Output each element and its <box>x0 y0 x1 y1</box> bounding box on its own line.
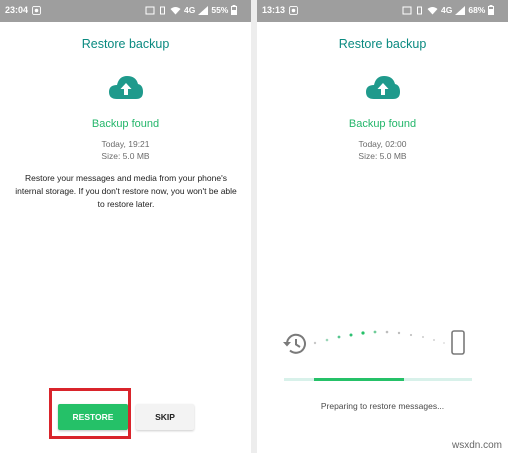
whatsapp-notification-icon <box>32 6 41 15</box>
transfer-dot <box>337 335 341 339</box>
status-icons: 4G 55% <box>145 5 238 15</box>
watermark: wsxdn.com <box>451 440 502 451</box>
transfer-dot <box>397 331 401 335</box>
transfer-dot <box>433 339 435 341</box>
transfer-dot <box>361 331 365 335</box>
battery-percent: 55% <box>211 5 229 15</box>
transfer-dot <box>313 341 317 345</box>
network-type: 4G <box>184 5 196 15</box>
alarm-icon <box>145 6 155 14</box>
transfer-dot <box>385 330 389 334</box>
right-screen: 13:13 4G 68% Restore backup Backup found… <box>257 0 508 453</box>
restore-description: Restore your messages and media from you… <box>15 173 237 209</box>
highlight-box <box>49 388 131 439</box>
battery-icon <box>231 5 238 15</box>
page-title: Restore backup <box>81 37 170 51</box>
transfer-dot <box>373 330 377 334</box>
phone-icon <box>451 330 465 355</box>
transfer-dot <box>325 338 329 342</box>
backup-date: Today, 19:21 <box>101 139 150 149</box>
transfer-dot <box>443 342 445 344</box>
progress-bar <box>284 378 472 381</box>
transfer-dot <box>349 333 353 337</box>
cloud-upload-icon <box>109 76 143 99</box>
signal-icon <box>198 5 209 15</box>
backup-size: Size: 5.0 MB <box>101 151 150 161</box>
skip-button[interactable]: SKIP <box>136 404 194 430</box>
progress-fill <box>313 378 404 381</box>
transfer-dot <box>409 333 413 337</box>
transfer-dot <box>422 336 424 338</box>
progress-message: Preparing to restore messages... <box>320 401 445 411</box>
backup-found-label: Backup found <box>91 118 160 130</box>
left-screen: 23:04 4G 55% Restore backup Backup found… <box>0 0 251 453</box>
wifi-icon <box>170 6 181 14</box>
status-time: 23:04 <box>5 5 29 15</box>
vibrate-icon <box>160 6 165 14</box>
transfer-dots <box>313 330 445 345</box>
status-bar: 23:04 4G 55% <box>0 0 251 22</box>
